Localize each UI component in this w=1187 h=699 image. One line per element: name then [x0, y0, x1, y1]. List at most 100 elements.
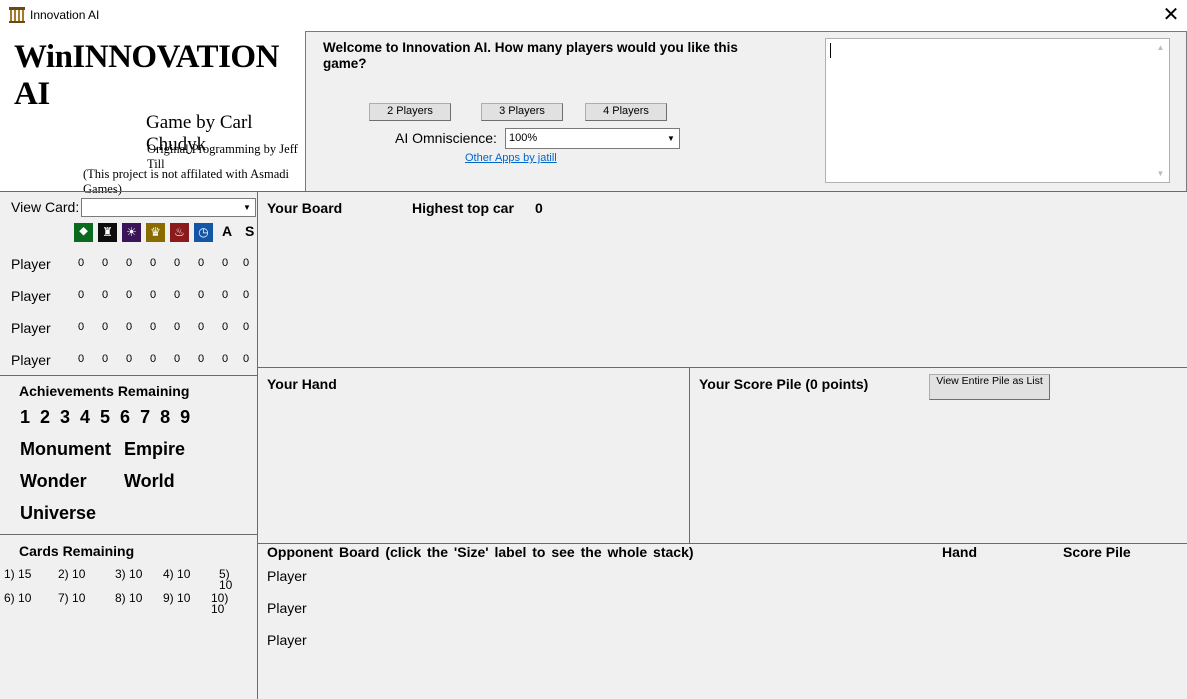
icon-count: 0 — [125, 289, 133, 301]
opponent-score-header: Score Pile — [1063, 544, 1131, 560]
player-label: Player — [11, 320, 51, 336]
icon-count: 0 — [77, 321, 85, 333]
cards-remaining-age-7: 7) 10 — [58, 592, 85, 604]
scroll-down-icon[interactable]: ▼ — [1152, 165, 1169, 182]
view-card-label: View Card: — [11, 199, 80, 215]
age-count: 10 — [129, 567, 143, 581]
omniscience-value: 100% — [509, 132, 538, 144]
age-count: 10 — [177, 567, 191, 581]
icon-count: 0 — [221, 353, 229, 365]
log-scrollbar[interactable]: ▲ ▼ — [1152, 39, 1169, 182]
divider — [0, 191, 1187, 192]
icon-count: 0 — [101, 353, 109, 365]
message-log-textarea[interactable]: ▲ ▼ — [825, 38, 1170, 183]
view-pile-button[interactable]: View Entire Pile as List — [929, 374, 1050, 400]
icon-count: 0 — [242, 321, 250, 333]
age-label: 9) — [163, 591, 174, 605]
icon-count: 0 — [173, 353, 181, 365]
age-count: 10 — [211, 602, 225, 616]
castle-icon: ♜ — [98, 223, 117, 242]
icon-count: 0 — [149, 289, 157, 301]
cards-remaining-age-2: 2) 10 — [58, 567, 86, 581]
chevron-down-icon[interactable]: ▼ — [238, 199, 255, 216]
age-label: 6) — [4, 591, 15, 605]
age-count: 10 — [219, 578, 233, 592]
icon-count: 0 — [125, 353, 133, 365]
age-count: 15 — [18, 567, 32, 581]
setup-panel: Welcome to Innovation AI. How many playe… — [305, 31, 1187, 192]
icon-count: 0 — [77, 257, 85, 269]
window-title: Innovation AI — [30, 8, 100, 22]
cards-remaining-age-4: 4) 10 — [163, 567, 191, 581]
chevron-down-icon[interactable]: ▼ — [662, 129, 679, 148]
achievement-universe: Universe — [20, 503, 97, 523]
age-label: 2) — [58, 567, 69, 581]
cards-remaining-age-10: 10) 10 — [211, 592, 229, 616]
cards-remaining-age-9: 9) 10 — [163, 591, 191, 605]
achievement-empire: Empire — [124, 439, 186, 459]
icon-count: 0 — [197, 321, 205, 333]
three-players-button[interactable]: 3 Players — [481, 103, 563, 121]
achievements-title: Achievements Remaining — [19, 383, 190, 399]
opponent-player-label[interactable]: Player — [267, 568, 307, 584]
lightbulb-icon: ☀ — [122, 223, 141, 242]
achievement-monument: Monument — [20, 439, 111, 459]
icon-count: 0 — [242, 289, 250, 301]
omniscience-select[interactable]: 100% ▼ — [505, 128, 680, 149]
icon-count: 0 — [149, 353, 157, 365]
column-header-a: A — [222, 223, 233, 239]
icon-count: 0 — [242, 257, 250, 269]
player-label: Player — [11, 288, 51, 304]
icon-count: 0 — [221, 289, 229, 301]
achievement-world: World — [124, 471, 175, 491]
player-label: Player — [11, 256, 51, 272]
icon-count: 0 — [173, 257, 181, 269]
logo-panel: WinINNOVATION AI Game by Carl Chudyk Ori… — [0, 31, 307, 196]
icon-count: 0 — [101, 257, 109, 269]
highest-top-card-label: Highest top car — [412, 200, 514, 216]
view-card-select[interactable]: ▼ — [81, 198, 256, 217]
icon-count: 0 — [242, 353, 250, 365]
divider — [258, 367, 1187, 368]
cards-remaining-age-6: 6) 10 — [4, 591, 32, 605]
title-bar: Innovation AI ✕ — [0, 0, 1187, 31]
cards-remaining-age-8: 8) 10 — [115, 591, 142, 605]
two-players-button[interactable]: 2 Players — [369, 103, 451, 121]
column-header-s: S — [245, 223, 255, 239]
app-logo-title: WinINNOVATION AI — [14, 39, 279, 112]
icon-count: 0 — [197, 289, 205, 301]
divider — [0, 375, 258, 376]
your-board-title: Your Board — [267, 200, 343, 216]
highest-top-card-value: 0 — [535, 200, 543, 216]
age-label: 1) — [4, 567, 15, 581]
icon-count: 0 — [125, 257, 133, 269]
age-count: 10 — [72, 567, 86, 581]
icon-count: 0 — [197, 353, 205, 365]
opponent-hand-header: Hand — [942, 544, 977, 560]
icon-count: 0 — [77, 353, 85, 365]
leaf-icon: ⯁ — [74, 223, 93, 242]
other-apps-link[interactable]: Other Apps by jatill — [465, 152, 557, 164]
clock-icon: ◷ — [194, 223, 213, 242]
close-icon[interactable]: ✕ — [1158, 2, 1184, 28]
scroll-up-icon[interactable]: ▲ — [1152, 39, 1169, 56]
score-pile-title: Your Score Pile (0 points) — [699, 376, 869, 392]
achievement-wonder: Wonder — [20, 471, 87, 491]
icon-count: 0 — [149, 321, 157, 333]
omniscience-label: AI Omniscience: — [395, 130, 497, 146]
icon-count: 0 — [173, 321, 181, 333]
icon-count: 0 — [101, 321, 109, 333]
age-label: 8) — [115, 591, 126, 605]
your-hand-title: Your Hand — [267, 376, 337, 392]
age-count: 10 — [177, 591, 191, 605]
icon-count: 0 — [149, 257, 157, 269]
age-count: 10 — [18, 591, 32, 605]
icon-count: 0 — [173, 289, 181, 301]
factory-icon: ♨ — [170, 223, 189, 242]
icon-count: 0 — [101, 289, 109, 301]
opponent-player-label[interactable]: Player — [267, 600, 307, 616]
four-players-button[interactable]: 4 Players — [585, 103, 667, 121]
age-label: 4) — [163, 567, 174, 581]
crown-icon: ♛ — [146, 223, 165, 242]
opponent-player-label[interactable]: Player — [267, 632, 307, 648]
